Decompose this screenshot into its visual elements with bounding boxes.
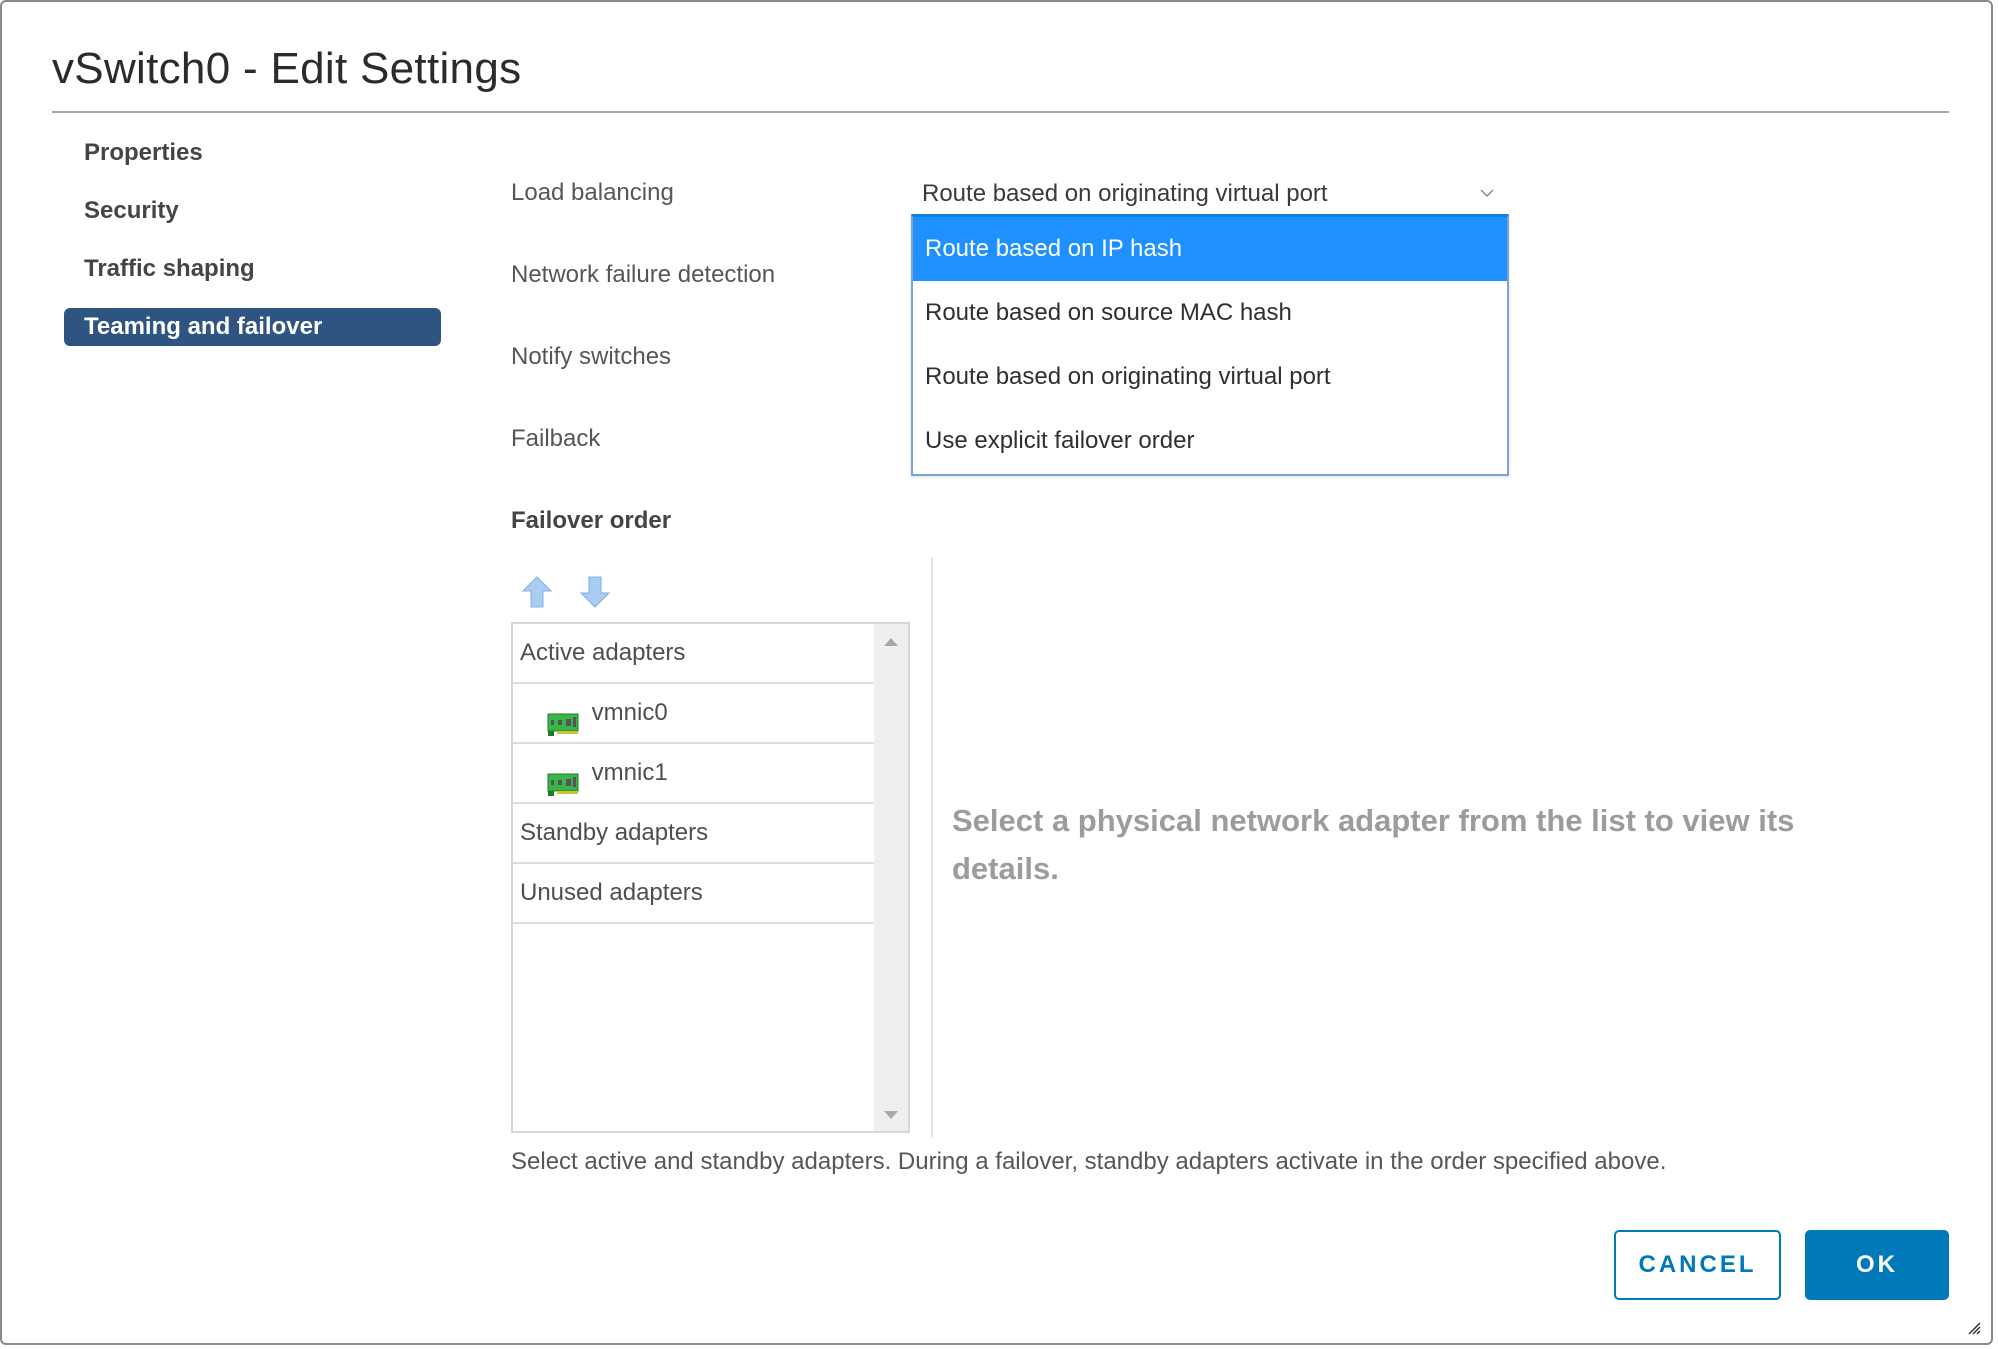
- ok-button[interactable]: OK: [1805, 1230, 1949, 1300]
- group-standby-adapters[interactable]: Standby adapters: [513, 804, 875, 864]
- failover-order-list: Active adapters vmnic0 vmnic1 Standby ad…: [511, 622, 910, 1133]
- header-divider: [52, 111, 1949, 113]
- network-adapter-icon: [547, 701, 579, 736]
- menu-option-explicit-failover-order[interactable]: Use explicit failover order: [913, 409, 1507, 473]
- cancel-button[interactable]: CANCEL: [1614, 1230, 1781, 1300]
- adapter-name: vmnic0: [591, 699, 668, 726]
- adapter-row[interactable]: vmnic0: [513, 684, 875, 744]
- adapter-details-placeholder: Select a physical network adapter from t…: [952, 803, 1795, 886]
- sidebar-item-properties[interactable]: Properties: [84, 139, 203, 167]
- adapter-row[interactable]: vmnic1: [513, 744, 875, 804]
- network-adapter-icon: [547, 761, 579, 796]
- menu-option-ip-hash[interactable]: Route based on IP hash: [913, 217, 1507, 281]
- panel-divider: [931, 557, 933, 1137]
- scroll-up-icon[interactable]: [884, 638, 898, 646]
- load-balancing-label: Load balancing: [511, 179, 674, 206]
- failback-label: Failback: [511, 425, 601, 452]
- menu-option-source-mac-hash[interactable]: Route based on source MAC hash: [913, 281, 1507, 345]
- menu-option-originating-virtual-port[interactable]: Route based on originating virtual port: [913, 345, 1507, 409]
- network-failure-detection-label: Network failure detection: [511, 261, 776, 288]
- sidebar-item-traffic-shaping[interactable]: Traffic shaping: [84, 255, 255, 283]
- sidebar-item-teaming-and-failover[interactable]: Teaming and failover: [64, 308, 441, 346]
- load-balancing-select[interactable]: Route based on originating virtual port: [911, 174, 1509, 214]
- dialog-title: vSwitch0 - Edit Settings: [52, 44, 522, 93]
- scroll-down-icon[interactable]: [884, 1111, 898, 1119]
- arrow-up-icon[interactable]: [520, 574, 554, 610]
- list-scrollbar[interactable]: [874, 624, 908, 1131]
- load-balancing-value: Route based on originating virtual port: [922, 180, 1328, 207]
- failover-help-text: Select active and standby adapters. Duri…: [511, 1148, 1667, 1175]
- adapter-name: vmnic1: [591, 759, 668, 786]
- resize-grip-icon[interactable]: [1967, 1321, 1981, 1335]
- load-balancing-dropdown-menu: Route based on IP hash Route based on so…: [911, 214, 1509, 476]
- failover-order-title: Failover order: [511, 507, 672, 534]
- arrow-down-icon[interactable]: [578, 574, 612, 610]
- sidebar-item-security[interactable]: Security: [84, 197, 179, 225]
- edit-settings-dialog: vSwitch0 - Edit Settings Properties Secu…: [0, 0, 1993, 1345]
- notify-switches-label: Notify switches: [511, 343, 672, 370]
- group-active-adapters[interactable]: Active adapters: [513, 624, 875, 684]
- group-unused-adapters[interactable]: Unused adapters: [513, 864, 875, 924]
